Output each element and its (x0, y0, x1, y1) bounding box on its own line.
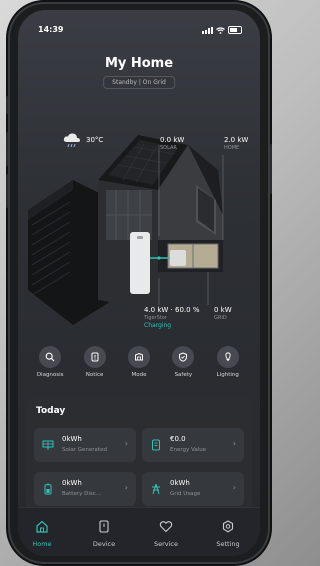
home-label: HOME (224, 145, 240, 151)
chevron-right-icon: › (232, 439, 236, 448)
card-value: 0kWh (62, 435, 82, 443)
mode-icon (127, 346, 150, 368)
shortcut-lighting[interactable]: Lighting (208, 346, 248, 378)
volume-up-button (6, 132, 8, 166)
solar-label: SOLAR (160, 145, 177, 151)
today-title: Today (36, 406, 66, 416)
shortcut-label: Lighting (216, 372, 239, 378)
shortcut-label: Safety (174, 372, 193, 378)
tab-home[interactable]: Home (18, 518, 66, 548)
solar-value: 0.0 kW (160, 136, 185, 144)
battery-value: 4.0 kW · 60.0 % (144, 306, 200, 314)
solar-reading[interactable]: 0.0 kW SOLAR (160, 136, 184, 151)
tab-label: Service (153, 540, 179, 548)
grid-value: 0 kW (214, 306, 232, 314)
tab-setting[interactable]: Setting (204, 518, 252, 548)
shortcut-mode[interactable]: Mode (119, 346, 159, 378)
shortcut-diagnosis[interactable]: Diagnosis (30, 346, 70, 378)
tab-service[interactable]: Service (142, 518, 190, 548)
chevron-right-icon: › (124, 483, 128, 492)
notice-icon (83, 346, 106, 368)
battery-icon (44, 483, 52, 495)
lighting-icon (216, 346, 239, 368)
wallet-icon (152, 439, 160, 451)
tab-label: Setting (216, 540, 240, 548)
shortcut-label: Mode (131, 372, 147, 378)
app-screen: 14:39 My Home Standby | On Grid 30°C 0.0… (18, 10, 260, 556)
grid-label: GRID (214, 315, 227, 321)
tab-device[interactable]: Device (80, 518, 128, 548)
power-button (270, 144, 272, 194)
card-label: Battery Disc... (62, 491, 102, 497)
service-icon (159, 521, 173, 533)
inverter-unit (170, 250, 186, 266)
battery-unit (130, 232, 150, 294)
solar-panel-icon (42, 440, 54, 450)
grid-reading[interactable]: 0 kW GRID (214, 306, 232, 321)
mute-switch (6, 96, 8, 114)
shortcut-notice[interactable]: Notice (75, 346, 115, 378)
setting-icon (222, 520, 234, 533)
tab-label: Home (32, 540, 52, 548)
shortcut-safety[interactable]: Safety (163, 346, 203, 378)
tab-label: Device (92, 540, 116, 548)
bottom-tab-bar: Home Device Service Setting (18, 507, 260, 556)
shortcut-label: Diagnosis (36, 372, 64, 378)
card-value: €0.0 (170, 435, 186, 443)
device-icon (99, 520, 109, 533)
card-label: Energy Value (170, 447, 207, 453)
phone-frame: 14:39 My Home Standby | On Grid 30°C 0.0… (6, 4, 272, 562)
chevron-right-icon: › (232, 483, 236, 492)
house-illustration[interactable] (18, 10, 260, 340)
safety-icon (172, 346, 195, 368)
home-value: 2.0 kW (224, 136, 249, 144)
card-battery-discharge[interactable]: 0kWh Battery Disc... › (34, 472, 136, 506)
card-label: Grid Usage (170, 491, 201, 497)
card-solar-generated[interactable]: 0kWh Solar Generated › (34, 428, 136, 462)
volume-down-button (6, 174, 8, 208)
shortcut-row: Diagnosis Notice Mode Safety Lighting (18, 346, 260, 378)
battery-state: Charging (144, 322, 172, 329)
diagnosis-icon (39, 346, 62, 368)
card-grid-usage[interactable]: 0kWh Grid Usage › (142, 472, 244, 506)
card-energy-value[interactable]: €0.0 Energy Value › (142, 428, 244, 462)
home-icon (36, 520, 48, 533)
home-reading[interactable]: 2.0 kW HOME (224, 136, 248, 151)
card-label: Solar Generated (62, 447, 107, 453)
battery-reading[interactable]: 4.0 kW · 60.0 % TigerStor Charging (144, 306, 199, 329)
shortcut-label: Notice (85, 372, 104, 378)
battery-label: TigerStor (144, 315, 167, 321)
chevron-right-icon: › (124, 439, 128, 448)
card-value: 0kWh (62, 479, 82, 487)
grid-tower-icon (152, 483, 160, 495)
card-value: 0kWh (170, 479, 190, 487)
